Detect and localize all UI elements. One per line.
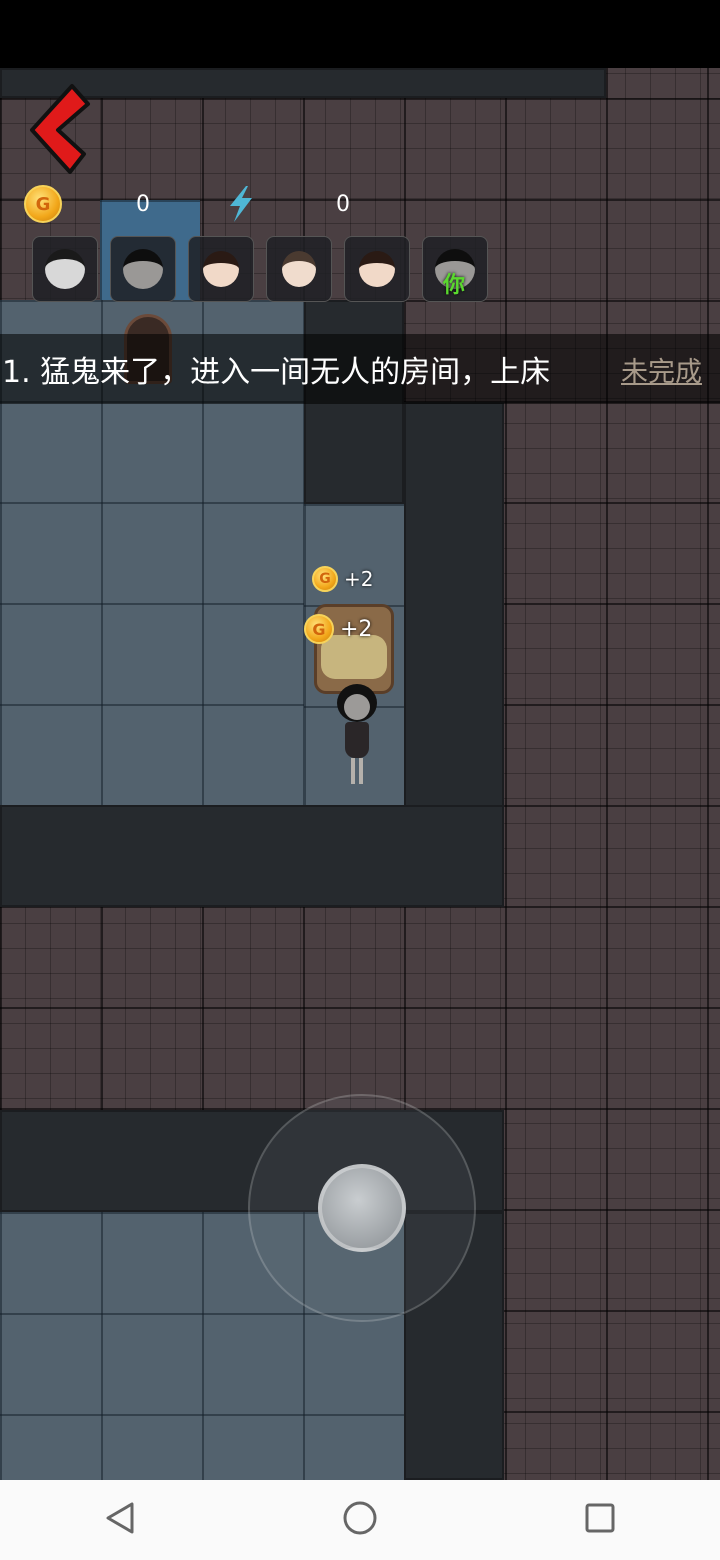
player-avatar[interactable] — [344, 236, 410, 302]
square-recents-icon — [585, 1503, 615, 1533]
reward-text: +2 — [344, 567, 374, 591]
chevron-left-icon — [30, 84, 90, 174]
player-avatar-you[interactable]: 你 — [422, 236, 488, 302]
player-avatar[interactable] — [188, 236, 254, 302]
you-label: 你 — [443, 273, 466, 298]
wall — [0, 805, 504, 907]
girl-face-icon — [359, 251, 395, 287]
energy-count: 0 — [336, 191, 350, 217]
girl-face-icon — [123, 249, 163, 289]
player-avatar[interactable] — [266, 236, 332, 302]
player-avatar-ghost[interactable] — [32, 236, 98, 302]
mission-banner[interactable]: 1. 猛鬼来了，进入一间无人的房间，上床 未完成 — [0, 334, 720, 404]
circle-home-icon — [343, 1501, 377, 1535]
reward-text: +2 — [340, 616, 373, 642]
joystick-knob[interactable] — [318, 1164, 406, 1252]
girl-face-icon — [282, 251, 316, 287]
coin-icon: G — [24, 185, 62, 223]
home-nav-button[interactable] — [342, 1500, 378, 1540]
status-bar — [0, 0, 720, 68]
mission-text: 1. 猛鬼来了，进入一间无人的房间，上床 — [2, 355, 551, 390]
system-nav-bar — [0, 1480, 720, 1560]
lightning-icon — [230, 186, 252, 222]
mission-status: 未完成 — [621, 356, 702, 388]
reward-popup: G +2 — [312, 566, 373, 592]
energy-counter: 0 — [226, 186, 350, 222]
player-character — [332, 684, 382, 794]
back-button[interactable] — [28, 82, 92, 174]
ghost-face-icon — [45, 249, 85, 289]
coin-icon: G — [304, 614, 334, 644]
player-avatar[interactable] — [110, 236, 176, 302]
girl-face-icon — [203, 251, 239, 287]
virtual-joystick[interactable] — [248, 1094, 476, 1322]
player-list: 你 — [32, 236, 488, 302]
reward-popup: G +2 — [304, 614, 372, 644]
back-nav-button[interactable] — [102, 1500, 138, 1540]
triangle-back-icon — [106, 1502, 134, 1534]
coin-counter: G 0 — [24, 185, 150, 223]
recents-nav-button[interactable] — [582, 1500, 618, 1540]
coin-icon: G — [312, 566, 338, 592]
coin-count: 0 — [136, 191, 150, 217]
